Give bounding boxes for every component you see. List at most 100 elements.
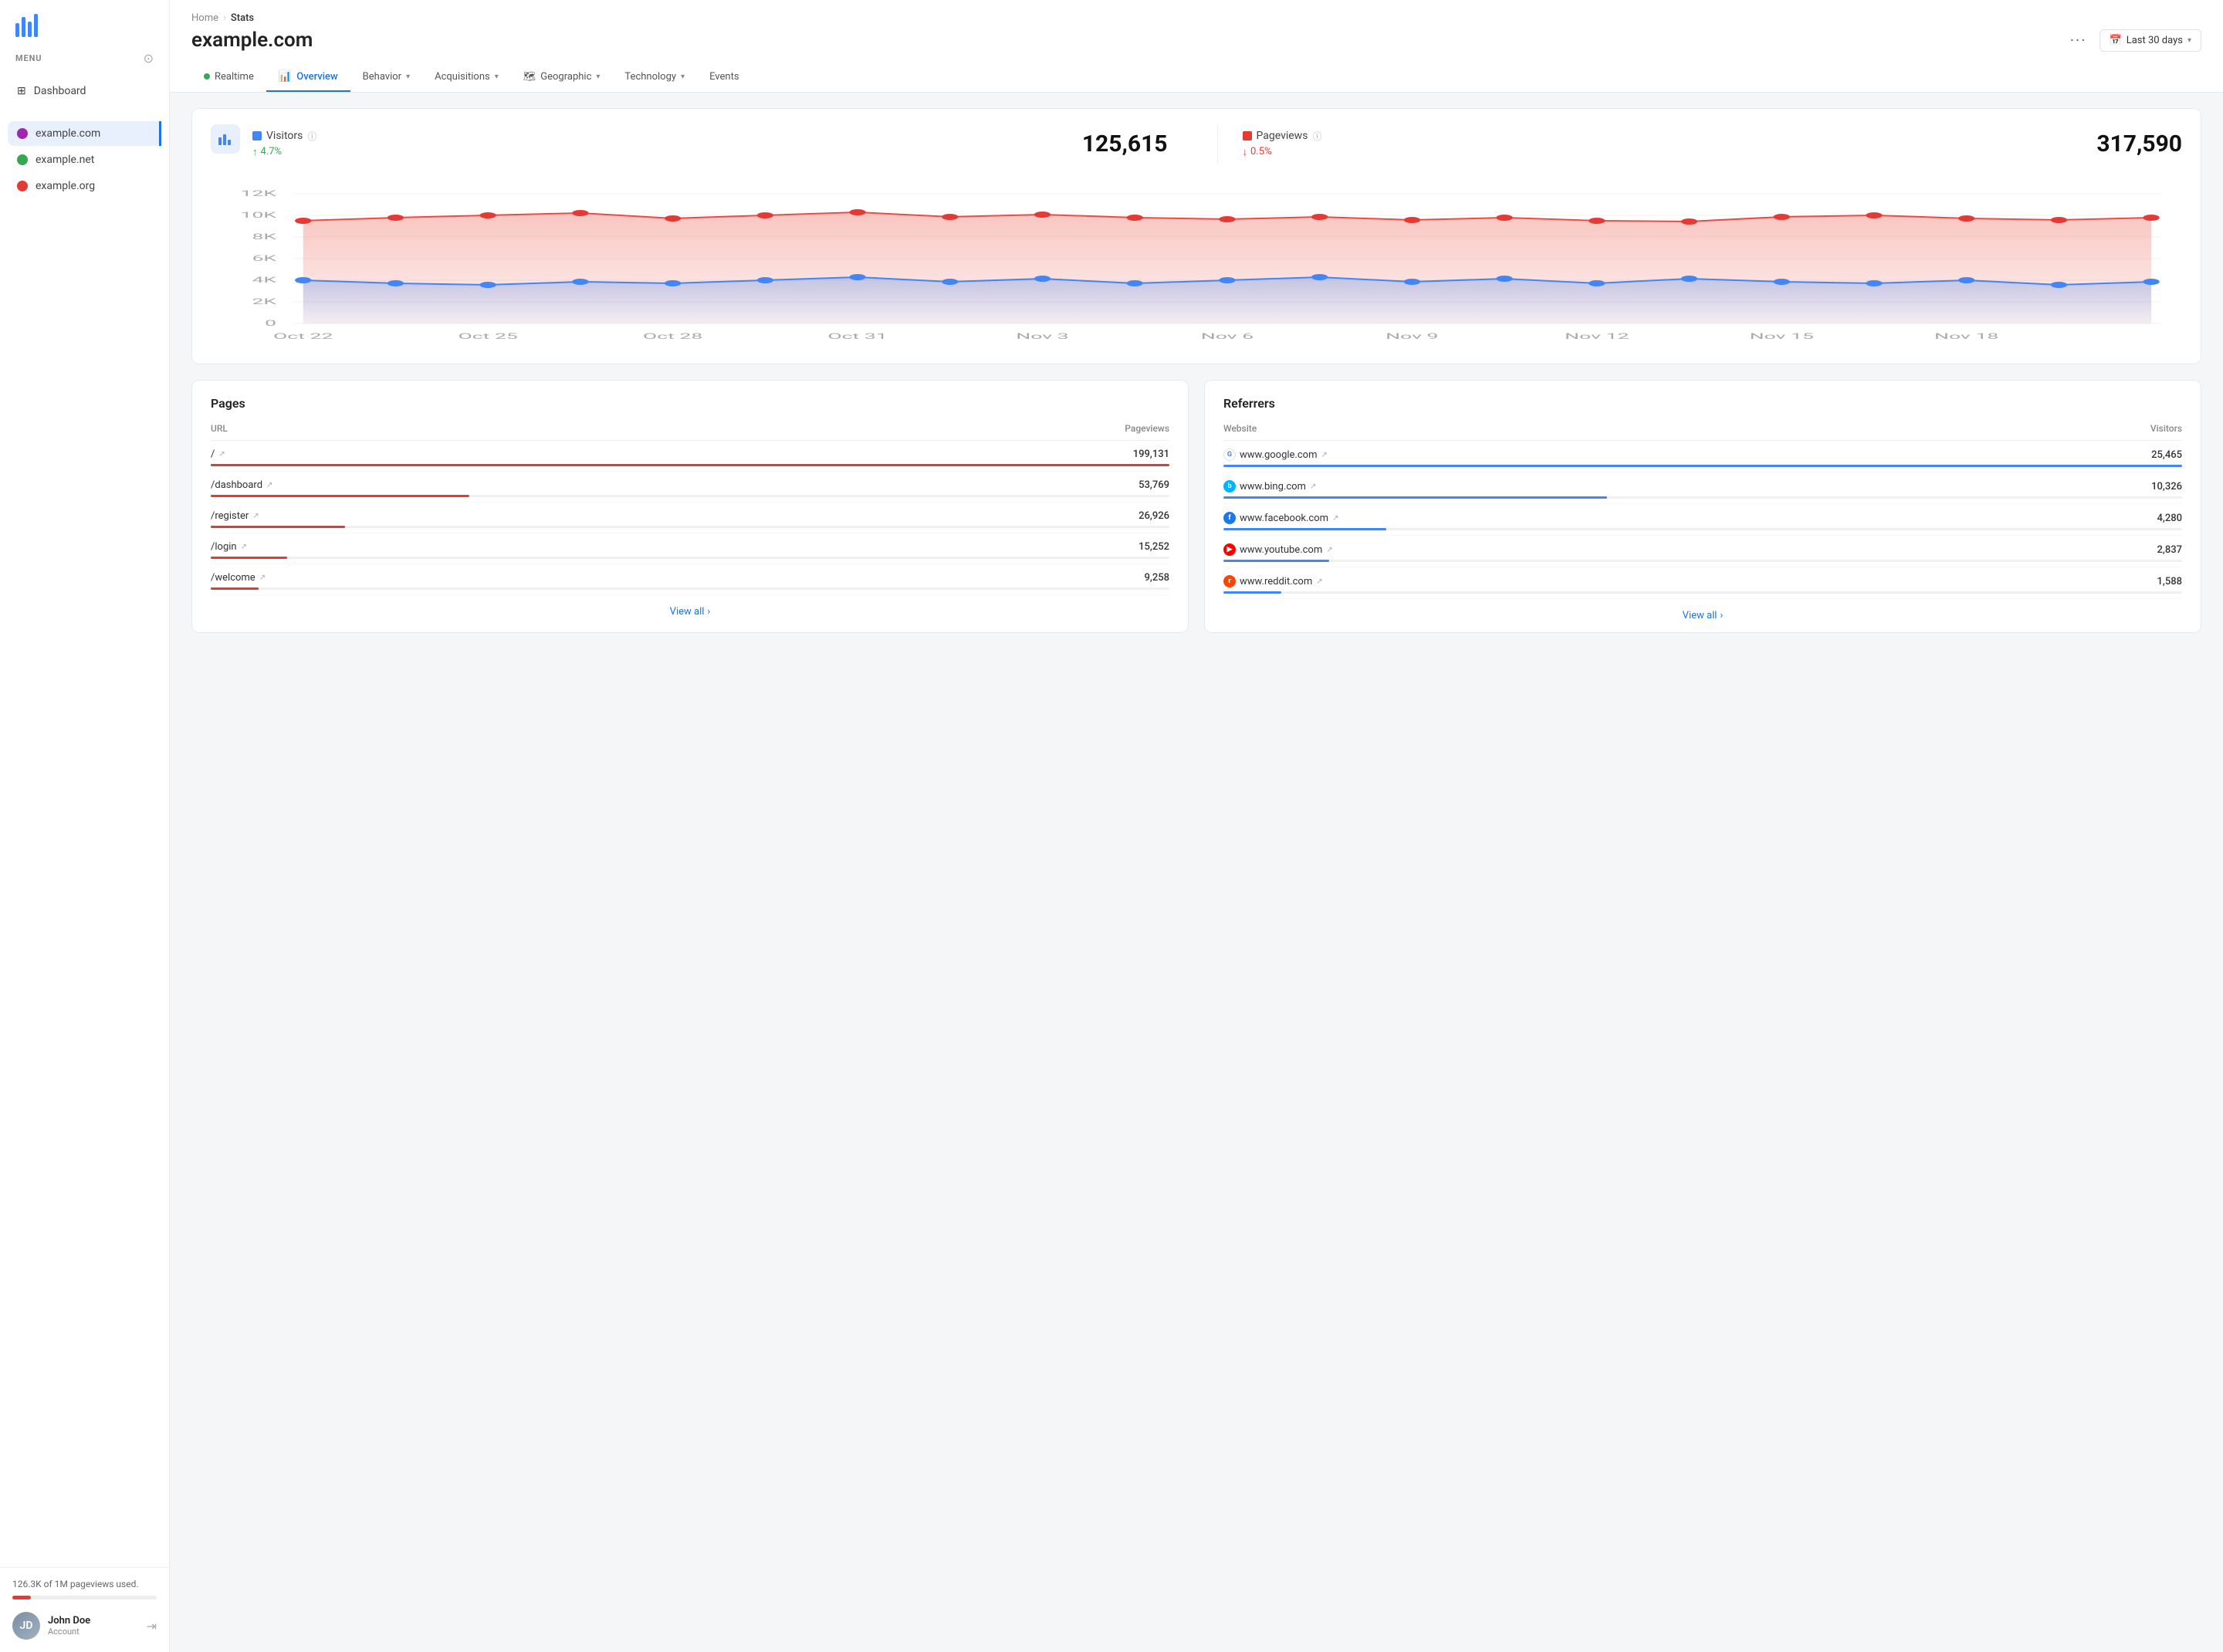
pageviews-dot bbox=[1243, 131, 1252, 140]
pages-val-2: 53,769 bbox=[1139, 479, 1169, 491]
referrers-table: Website Visitors G www.google.com ↗ 25,4… bbox=[1223, 423, 2182, 599]
table-row: f www.facebook.com ↗ 4,280 bbox=[1223, 504, 2182, 536]
chart-card: Visitors ⓘ ↑ 4.7% 125,615 Pageview bbox=[191, 108, 2201, 364]
referrer-url-3: f www.facebook.com ↗ bbox=[1223, 512, 1338, 524]
pages-table-header: URL Pageviews bbox=[211, 423, 1169, 441]
pages-url-3: /register ↗ bbox=[211, 510, 259, 522]
pageviews-change: ↓ 0.5% bbox=[1243, 146, 2072, 158]
sidebar-item-example-com[interactable]: example.com bbox=[8, 121, 161, 146]
ext-link-icon: ↗ bbox=[218, 450, 225, 459]
tab-geographic-label: Geographic bbox=[540, 71, 591, 83]
referrer-val-1: 25,465 bbox=[2151, 449, 2182, 461]
svg-text:Nov 18: Nov 18 bbox=[1934, 332, 1998, 341]
referrer-row-top-5: r www.reddit.com ↗ 1,588 bbox=[1223, 575, 2182, 587]
pageviews-info-icon[interactable]: ⓘ bbox=[1312, 130, 1321, 143]
sidebar-item-label: Dashboard bbox=[34, 85, 86, 97]
ext-link-icon: ↗ bbox=[1326, 546, 1332, 554]
logo-bar-1 bbox=[15, 23, 19, 37]
tab-behavior[interactable]: Behavior ▾ bbox=[350, 63, 422, 92]
pages-row-top-3: /register ↗ 26,926 bbox=[211, 510, 1169, 522]
pageviews-down-arrow: ↓ bbox=[1243, 146, 1248, 158]
svg-text:Nov 9: Nov 9 bbox=[1386, 332, 1438, 341]
tab-technology-label: Technology bbox=[624, 71, 676, 83]
svg-text:2K: 2K bbox=[252, 297, 277, 306]
referrers-view-all-button[interactable]: View all › bbox=[1223, 599, 2182, 632]
sidebar: MENU ⊙ ⊞ Dashboard example.com example.n… bbox=[0, 0, 170, 1652]
tab-geographic[interactable]: 🗺 Geographic ▾ bbox=[511, 63, 613, 92]
tab-technology[interactable]: Technology ▾ bbox=[612, 63, 697, 92]
sidebar-bottom: 126.3K of 1M pageviews used. JD John Doe… bbox=[0, 1567, 169, 1652]
metric-visitors: Visitors ⓘ ↑ 4.7% bbox=[252, 130, 1082, 158]
ext-link-icon: ↗ bbox=[1316, 577, 1322, 586]
metric-divider bbox=[1217, 124, 1218, 163]
tab-overview-label: Overview bbox=[296, 71, 337, 83]
geographic-icon: 🗺 bbox=[523, 71, 536, 83]
pages-col-url: URL bbox=[211, 423, 228, 434]
visitors-change-value: 4.7% bbox=[261, 146, 283, 157]
youtube-icon: ▶ bbox=[1223, 543, 1236, 556]
referrer-row-top-4: ▶ www.youtube.com ↗ 2,837 bbox=[1223, 543, 2182, 556]
more-options-button[interactable]: ··· bbox=[2070, 31, 2087, 49]
breadcrumb-home[interactable]: Home bbox=[191, 12, 218, 24]
sidebar-site-label-example-org: example.org bbox=[36, 180, 95, 192]
pageviews-label: Pageviews ⓘ bbox=[1243, 130, 2072, 143]
table-row: /login ↗ 15,252 bbox=[211, 533, 1169, 564]
visitors-value: 125,615 bbox=[1082, 130, 1168, 157]
svg-text:10K: 10K bbox=[241, 211, 277, 220]
header-actions: ··· 📅 Last 30 days ▾ bbox=[2070, 29, 2201, 52]
bing-icon: b bbox=[1223, 480, 1236, 493]
sidebar-item-example-org[interactable]: example.org bbox=[8, 174, 161, 198]
ext-link-icon: ↗ bbox=[1321, 451, 1327, 459]
tab-realtime-label: Realtime bbox=[215, 71, 254, 83]
settings-icon[interactable]: ⊙ bbox=[144, 51, 154, 66]
sidebar-item-example-net[interactable]: example.net bbox=[8, 147, 161, 172]
user-role: Account bbox=[48, 1627, 139, 1637]
referrer-bar-1 bbox=[1223, 465, 2182, 467]
breadcrumb-separator: › bbox=[223, 12, 226, 24]
referrer-val-4: 2,837 bbox=[2157, 544, 2182, 556]
sidebar-nav: ⊞ Dashboard bbox=[0, 75, 169, 109]
chevron-right-icon: › bbox=[707, 606, 710, 618]
breadcrumb-current: Stats bbox=[231, 12, 254, 24]
pages-val-5: 9,258 bbox=[1145, 572, 1169, 584]
behavior-chevron-icon: ▾ bbox=[406, 73, 410, 81]
ext-link-icon: ↗ bbox=[259, 574, 266, 582]
pageviews-used-label: 126.3K of 1M pageviews used. bbox=[12, 1579, 157, 1589]
tab-behavior-label: Behavior bbox=[363, 71, 401, 83]
referrer-bar-3 bbox=[1223, 528, 1386, 530]
pages-view-all-button[interactable]: View all › bbox=[211, 595, 1169, 628]
svg-text:6K: 6K bbox=[252, 254, 277, 263]
nav-tabs: Realtime 📊 Overview Behavior ▾ Acquisiti… bbox=[191, 63, 2201, 92]
referrers-card: Referrers Website Visitors G www.google.… bbox=[1204, 380, 2201, 633]
pageviews-bar-bg bbox=[12, 1596, 157, 1600]
pages-row-top-4: /login ↗ 15,252 bbox=[211, 541, 1169, 553]
date-picker[interactable]: 📅 Last 30 days ▾ bbox=[2100, 29, 2201, 52]
site-dot-example-net bbox=[17, 154, 28, 165]
tab-overview[interactable]: 📊 Overview bbox=[266, 63, 350, 92]
sidebar-site-label-example-com: example.com bbox=[36, 127, 100, 140]
user-row: JD John Doe Account ⇥ bbox=[12, 1612, 157, 1640]
bottom-cards: Pages URL Pageviews / ↗ 199,131 bbox=[191, 380, 2201, 633]
sidebar-item-dashboard[interactable]: ⊞ Dashboard bbox=[8, 78, 161, 104]
visitors-label: Visitors ⓘ bbox=[252, 130, 1082, 143]
sidebar-sites-section: example.com example.net example.org bbox=[0, 109, 169, 203]
visitors-change: ↑ 4.7% bbox=[252, 146, 1082, 158]
reddit-icon: r bbox=[1223, 575, 1236, 587]
svg-text:Oct 28: Oct 28 bbox=[643, 332, 702, 341]
referrer-val-3: 4,280 bbox=[2157, 513, 2182, 524]
svg-text:Oct 22: Oct 22 bbox=[273, 332, 333, 341]
referrer-row-top-3: f www.facebook.com ↗ 4,280 bbox=[1223, 512, 2182, 524]
tab-acquisitions[interactable]: Acquisitions ▾ bbox=[422, 63, 511, 92]
breadcrumb: Home › Stats bbox=[191, 12, 2201, 24]
grid-icon: ⊞ bbox=[17, 85, 26, 97]
visitors-info-icon[interactable]: ⓘ bbox=[307, 130, 316, 143]
referrers-col-visitors: Visitors bbox=[2150, 423, 2182, 434]
ext-link-icon: ↗ bbox=[241, 543, 247, 551]
tab-realtime[interactable]: Realtime bbox=[191, 63, 266, 92]
logout-icon[interactable]: ⇥ bbox=[147, 1619, 157, 1633]
referrer-row-top-1: G www.google.com ↗ 25,465 bbox=[1223, 449, 2182, 461]
tab-events[interactable]: Events bbox=[697, 63, 751, 92]
content-area: Visitors ⓘ ↑ 4.7% 125,615 Pageview bbox=[170, 93, 2223, 648]
tab-events-label: Events bbox=[709, 71, 739, 83]
table-row: / ↗ 199,131 bbox=[211, 441, 1169, 472]
